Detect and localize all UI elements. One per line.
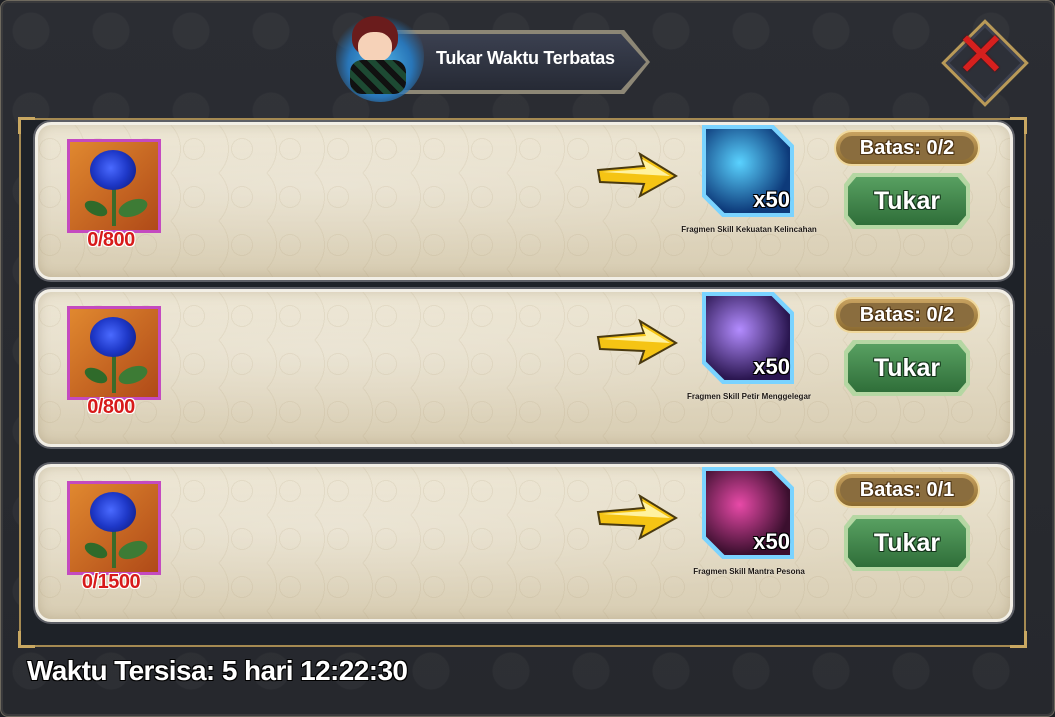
arrow-right-icon	[596, 319, 678, 365]
arrow-right-icon	[596, 152, 678, 198]
reward-item-slot[interactable]: x50	[702, 292, 794, 384]
exchange-row: 0/800 x50 Fragmen Skill Kekuatan Kelinca…	[35, 122, 1013, 280]
reward-quantity: x50	[753, 187, 790, 212]
blue-rose-icon	[70, 484, 158, 572]
reward-item-slot[interactable]: x50	[702, 125, 794, 217]
reward-quantity: x50	[753, 354, 790, 379]
exchange-button[interactable]: Tukar	[848, 344, 966, 392]
limit-text: Batas: 0/2	[859, 304, 955, 326]
limit-text: Batas: 0/1	[859, 479, 955, 501]
exchange-button[interactable]: Tukar	[848, 519, 966, 567]
arrow-right-icon	[596, 494, 678, 540]
blue-rose-icon	[70, 309, 158, 397]
limit-text: Batas: 0/2	[859, 137, 955, 159]
character-avatar	[336, 10, 424, 102]
exchange-row: 0/1500 x50 Fragmen Skill Mantra Pesona B…	[35, 464, 1013, 622]
close-x-icon: ✕	[955, 18, 1007, 91]
close-button[interactable]: ✕	[941, 18, 1029, 107]
title-area: Tukar Waktu Terbatas	[336, 10, 656, 102]
cost-item-slot[interactable]	[67, 306, 161, 400]
limit-badge: Batas: 0/2	[834, 297, 980, 333]
blue-rose-icon	[70, 142, 158, 230]
page-title: Tukar Waktu Terbatas	[436, 48, 615, 68]
cost-count: 0/800	[87, 396, 135, 418]
limit-badge: Batas: 0/1	[834, 472, 980, 508]
limit-badge: Batas: 0/2	[834, 130, 980, 166]
cost-count: 0/1500	[81, 571, 141, 593]
exchange-row: 0/800 x50 Fragmen Skill Petir Menggelega…	[35, 289, 1013, 447]
reward-name: Fragmen Skill Mantra Pesona	[693, 567, 805, 576]
remaining-time: Waktu Tersisa: 5 hari 12:22:30	[27, 655, 408, 686]
cost-item-slot[interactable]	[67, 139, 161, 233]
cost-count: 0/800	[87, 229, 135, 251]
cost-item-slot[interactable]	[67, 481, 161, 575]
reward-item-slot[interactable]: x50	[702, 467, 794, 559]
reward-name: Fragmen Skill Petir Menggelegar	[686, 392, 812, 401]
reward-name: Fragmen Skill Kekuatan Kelincahan	[681, 225, 817, 234]
reward-quantity: x50	[753, 529, 790, 554]
exchange-button[interactable]: Tukar	[848, 177, 966, 225]
